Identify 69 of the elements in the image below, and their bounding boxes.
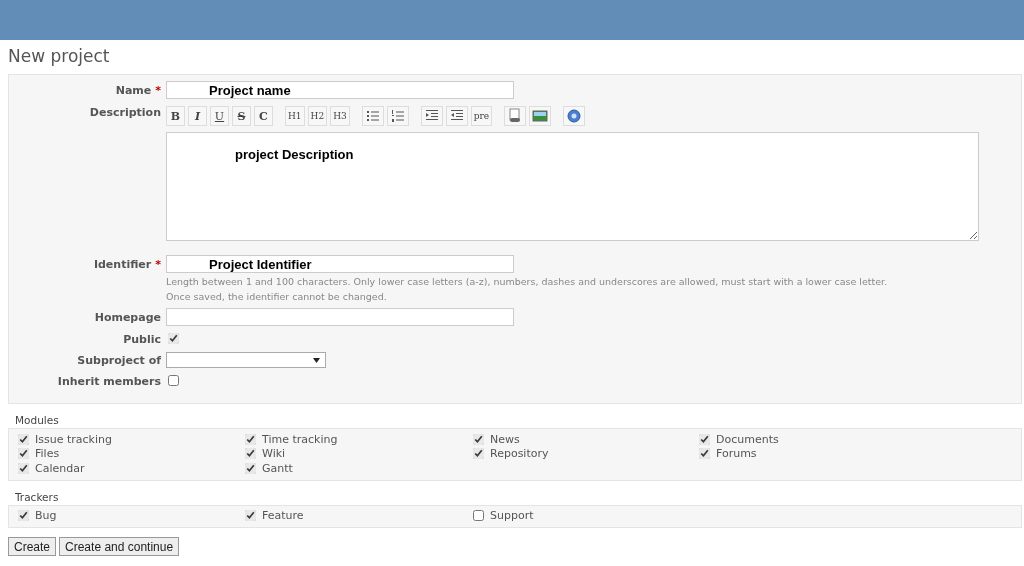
checkbox-label: Time tracking — [262, 432, 338, 446]
checkbox[interactable] — [699, 433, 710, 445]
help-text: Length between 1 and 100 characters. Only lower case letters (a-z), numbers, dashes and underscores are allowed, must start with a lower case letter. — [166, 275, 889, 289]
format-button[interactable]: H1 — [285, 106, 305, 126]
caret-icon — [313, 357, 320, 363]
checkbox-label: Wiki — [262, 447, 286, 461]
checkbox-label: Bug — [35, 509, 57, 523]
format-button[interactable]: C — [254, 106, 273, 126]
format-button[interactable]: B — [166, 106, 185, 126]
format-button[interactable]: I — [188, 106, 207, 126]
checkbox[interactable] — [18, 448, 29, 460]
format-button[interactable]: H3 — [330, 106, 350, 126]
format-button[interactable] — [563, 106, 586, 126]
checkbox-label: Files — [35, 447, 60, 461]
format-button[interactable] — [529, 106, 552, 126]
checkbox[interactable] — [699, 448, 710, 460]
checkbox[interactable] — [473, 448, 484, 460]
field-label: Inherit members — [57, 375, 161, 388]
checkbox[interactable] — [245, 448, 256, 460]
field-label: Homepage — [94, 311, 161, 324]
submit-button[interactable]: Create — [8, 537, 57, 556]
field-label: Public — [123, 333, 161, 346]
text-area[interactable]: project Description — [166, 132, 979, 241]
help-icon — [566, 108, 583, 124]
page-title: New project — [8, 46, 111, 66]
image-icon — [532, 108, 549, 124]
numbered-list-icon — [389, 108, 406, 124]
format-button[interactable]: S — [232, 106, 251, 126]
checkbox[interactable] — [245, 510, 256, 522]
checkbox-label: Support — [490, 509, 534, 523]
checkbox-label: Repository — [490, 447, 549, 461]
required-mark: * — [155, 84, 161, 97]
checkbox[interactable] — [245, 433, 256, 445]
help-text: Once saved, the identifier cannot be changed. — [166, 290, 388, 304]
format-button[interactable] — [386, 106, 409, 126]
format-button[interactable]: U — [210, 106, 229, 126]
format-button[interactable]: H2 — [307, 106, 328, 126]
checkbox-label: Documents — [716, 432, 779, 446]
checkbox[interactable] — [18, 510, 29, 522]
format-button[interactable]: pre — [470, 106, 493, 126]
checkbox[interactable] — [18, 462, 29, 474]
field-label: Name — [115, 84, 152, 97]
format-button[interactable] — [445, 106, 468, 126]
checkbox-label: Gantt — [262, 461, 293, 475]
list-icon — [364, 108, 381, 124]
checkbox[interactable] — [168, 375, 179, 386]
field-label: Identifier — [93, 258, 152, 271]
format-button[interactable] — [361, 106, 384, 126]
fieldset-legend: Trackers — [15, 490, 1022, 503]
text-field[interactable]: Project name — [166, 81, 514, 99]
checkbox-label: Issue tracking — [35, 432, 112, 446]
text-field[interactable] — [166, 308, 514, 326]
field-label: Description — [89, 106, 161, 119]
format-button[interactable] — [504, 106, 527, 126]
required-mark: * — [155, 258, 161, 271]
text-field[interactable]: Project Identifier — [166, 255, 514, 273]
checkbox[interactable] — [18, 433, 29, 445]
checkbox-label: Forums — [716, 447, 757, 461]
checkbox[interactable] — [168, 333, 179, 344]
submit-button[interactable]: Create and continue — [59, 537, 180, 556]
checkbox[interactable] — [473, 510, 484, 522]
checkbox[interactable] — [473, 433, 484, 445]
checkbox-label: News — [490, 432, 520, 446]
field-label: Subproject of — [77, 354, 161, 367]
format-button[interactable] — [420, 106, 443, 126]
fieldset-legend: Modules — [15, 414, 1022, 426]
checkbox-label: Calendar — [35, 461, 85, 475]
checkbox-label: Feature — [262, 509, 304, 523]
checkbox[interactable] — [245, 462, 256, 474]
